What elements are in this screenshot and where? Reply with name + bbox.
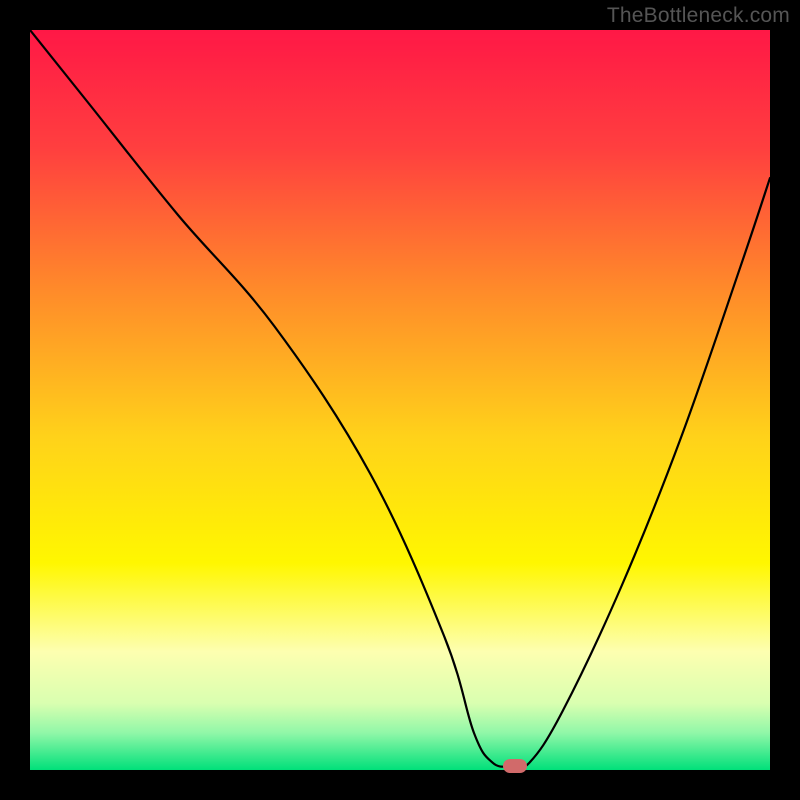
watermark: TheBottleneck.com xyxy=(607,4,790,28)
optimal-point-marker xyxy=(503,759,527,773)
bottleneck-curve xyxy=(30,30,770,768)
chart-root: TheBottleneck.com xyxy=(0,0,800,800)
curve-layer xyxy=(30,30,770,770)
plot-area xyxy=(30,30,770,770)
